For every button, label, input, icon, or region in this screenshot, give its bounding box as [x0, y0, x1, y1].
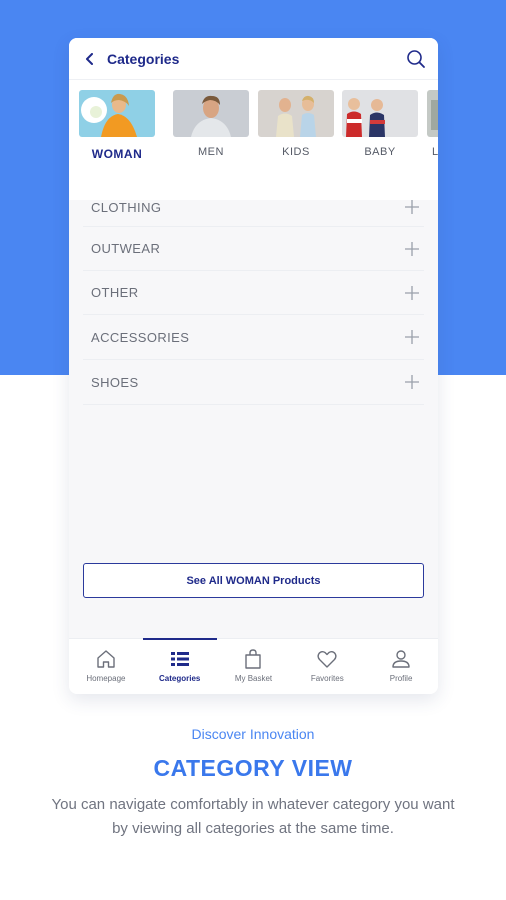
promo-tagline: Discover Innovation: [191, 726, 315, 742]
section-label: SHOES: [91, 374, 139, 390]
see-all-products-button[interactable]: See All WOMAN Products: [83, 563, 424, 598]
section-row-accessories[interactable]: ACCESSORIES: [83, 315, 424, 360]
category-label: MEN: [198, 146, 224, 158]
category-partial[interactable]: L: [427, 90, 438, 158]
plus-icon: [404, 374, 420, 390]
section-list: CLOTHING OUTWEAR OTHER ACCESSORIES SHOES: [83, 188, 424, 405]
nav-label: My Basket: [234, 674, 273, 683]
section-label: OUTWEAR: [91, 241, 161, 256]
category-label: BABY: [364, 146, 396, 158]
plus-icon: [404, 329, 420, 345]
promo-description: You can navigate comfortably in whatever…: [51, 796, 455, 837]
nav-favorites[interactable]: Favorites: [290, 639, 364, 694]
category-men[interactable]: MEN: [173, 90, 249, 158]
category-label: KIDS: [282, 146, 310, 158]
men-category-image: [173, 90, 249, 137]
nav-my-basket[interactable]: My Basket: [217, 639, 291, 694]
category-kids[interactable]: KIDS: [258, 90, 334, 158]
bottom-nav: Homepage Categories My Basket Favorites …: [69, 638, 438, 694]
search-icon: [407, 49, 425, 68]
section-label: OTHER: [91, 285, 139, 300]
list-icon: [170, 652, 189, 666]
home-icon: [97, 650, 115, 668]
category-baby[interactable]: BABY: [342, 90, 418, 158]
section-row-other[interactable]: OTHER: [83, 271, 424, 315]
nav-label: Favorites: [310, 674, 344, 683]
woman-category-image: [79, 90, 155, 137]
category-label: L: [432, 146, 438, 158]
kids-category-image: [258, 90, 334, 137]
baby-category-image: [342, 90, 418, 137]
section-label: CLOTHING: [91, 199, 162, 215]
nav-profile[interactable]: Profile: [364, 639, 438, 694]
plus-icon: [404, 199, 420, 215]
category-label: WOMAN: [91, 147, 143, 161]
user-icon: [392, 650, 410, 668]
promo-headline: CATEGORY VIEW: [153, 755, 353, 781]
page-title: Categories: [107, 50, 180, 67]
bag-icon: [245, 649, 262, 669]
nav-label: Profile: [389, 674, 413, 683]
category-partial-image: [427, 90, 438, 137]
category-woman[interactable]: WOMAN: [79, 90, 155, 161]
search-button[interactable]: [404, 47, 428, 71]
section-row-outwear[interactable]: OUTWEAR: [83, 227, 424, 271]
phone-screen: Categories WOMAN MEN KIDS BABY L CLOTHIN…: [69, 38, 438, 694]
section-row-clothing[interactable]: CLOTHING: [83, 188, 424, 227]
nav-categories[interactable]: Categories: [142, 638, 217, 694]
back-button[interactable]: [81, 50, 99, 68]
app-header: Categories: [69, 38, 438, 80]
plus-icon: [404, 241, 420, 257]
nav-label: Homepage: [86, 674, 126, 683]
plus-icon: [404, 285, 420, 301]
nav-homepage[interactable]: Homepage: [69, 639, 143, 694]
section-label: ACCESSORIES: [91, 329, 190, 345]
section-row-shoes[interactable]: SHOES: [83, 360, 424, 405]
heart-icon: [317, 651, 337, 668]
chevron-left-icon: [86, 52, 93, 65]
nav-label: Categories: [159, 674, 201, 683]
category-strip: WOMAN MEN KIDS BABY L: [69, 80, 438, 200]
